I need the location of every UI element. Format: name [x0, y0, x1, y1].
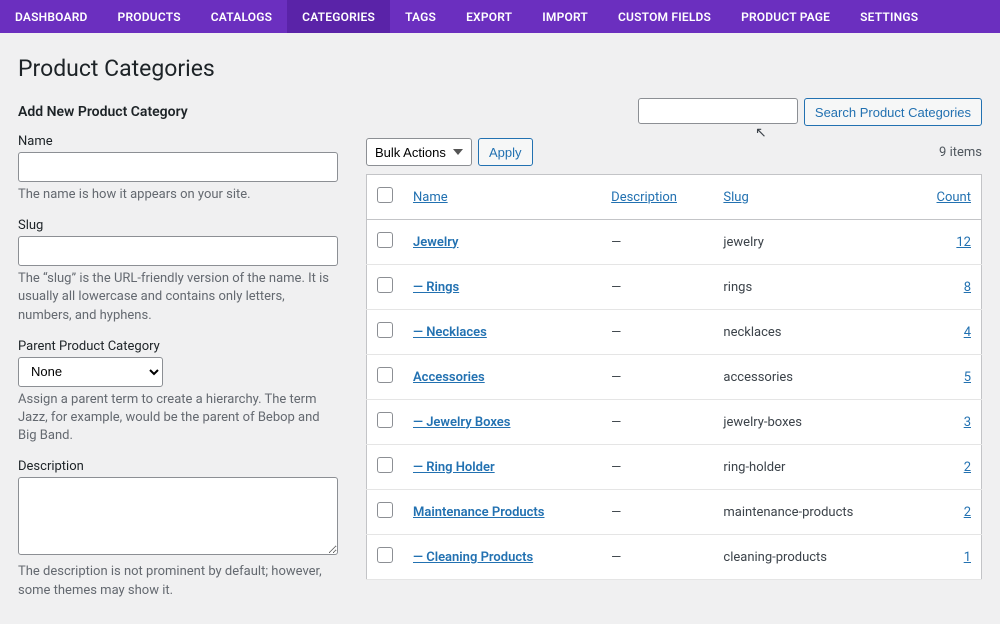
row-description: —	[601, 535, 713, 580]
nav-custom-fields[interactable]: CUSTOM FIELDS	[603, 0, 726, 33]
row-description: —	[601, 265, 713, 310]
apply-button[interactable]: Apply	[478, 138, 533, 166]
search-button[interactable]: Search Product Categories	[804, 98, 982, 126]
col-name[interactable]: Name	[413, 190, 448, 205]
row-name-link[interactable]: — Cleaning Products	[413, 550, 533, 565]
row-slug: ring-holder	[713, 445, 909, 490]
name-label: Name	[18, 134, 338, 149]
row-description: —	[601, 445, 713, 490]
row-count-link[interactable]: 12	[956, 235, 971, 250]
table-row: Jewelry —jewelry 12	[367, 220, 982, 265]
table-row: — Cleaning Products —cleaning-products 1	[367, 535, 982, 580]
row-checkbox[interactable]	[377, 367, 393, 383]
nav-tags[interactable]: TAGS	[390, 0, 451, 33]
categories-table: Name Description Slug Count Jewelry—jewe…	[366, 174, 982, 580]
name-help: The name is how it appears on your site.	[18, 186, 338, 204]
row-checkbox[interactable]	[377, 277, 393, 293]
nav-product-page[interactable]: PRODUCT PAGE	[726, 0, 845, 33]
row-description: —	[601, 310, 713, 355]
nav-import[interactable]: IMPORT	[527, 0, 603, 33]
row-slug: maintenance-products	[713, 490, 909, 535]
row-slug: accessories	[713, 355, 909, 400]
nav-categories[interactable]: CATEGORIES	[287, 0, 390, 33]
slug-input[interactable]	[18, 236, 338, 266]
row-count-link[interactable]: 2	[964, 460, 971, 475]
select-all-checkbox[interactable]	[377, 187, 393, 203]
row-count-link[interactable]: 5	[964, 370, 971, 385]
form-heading: Add New Product Category	[18, 104, 338, 120]
nav-dashboard[interactable]: DASHBOARD	[0, 0, 103, 33]
row-count-link[interactable]: 3	[964, 415, 971, 430]
name-input[interactable]	[18, 152, 338, 182]
row-slug: jewelry	[713, 220, 909, 265]
row-description: —	[601, 490, 713, 535]
row-name-link[interactable]: Maintenance Products	[413, 505, 544, 520]
row-slug: necklaces	[713, 310, 909, 355]
col-slug[interactable]: Slug	[723, 190, 748, 205]
row-checkbox[interactable]	[377, 322, 393, 338]
row-name-link[interactable]: — Jewelry Boxes	[413, 415, 510, 430]
row-name-link[interactable]: Accessories	[413, 370, 485, 385]
row-name-link[interactable]: — Rings	[413, 280, 459, 295]
col-count[interactable]: Count	[937, 190, 971, 205]
table-row: Maintenance Products —maintenance-product…	[367, 490, 982, 535]
row-slug: rings	[713, 265, 909, 310]
add-category-form: Add New Product Category Name The name i…	[18, 104, 338, 614]
parent-label: Parent Product Category	[18, 339, 338, 354]
row-description: —	[601, 355, 713, 400]
table-row: — Rings —rings 8	[367, 265, 982, 310]
slug-help: The “slug” is the URL-friendly version o…	[18, 270, 338, 325]
table-row: — Ring Holder —ring-holder 2	[367, 445, 982, 490]
row-slug: jewelry-boxes	[713, 400, 909, 445]
table-row: Accessories —accessories 5	[367, 355, 982, 400]
row-checkbox[interactable]	[377, 457, 393, 473]
items-count: 9 items	[939, 145, 982, 160]
row-name-link[interactable]: — Ring Holder	[413, 460, 495, 475]
row-slug: cleaning-products	[713, 535, 909, 580]
table-row: — Jewelry Boxes —jewelry-boxes 3	[367, 400, 982, 445]
row-count-link[interactable]: 8	[964, 280, 971, 295]
description-textarea[interactable]	[18, 477, 338, 555]
description-label: Description	[18, 459, 338, 474]
nav-products[interactable]: PRODUCTS	[103, 0, 196, 33]
nav-catalogs[interactable]: CATALOGS	[196, 0, 287, 33]
row-count-link[interactable]: 2	[964, 505, 971, 520]
top-nav: DASHBOARDPRODUCTSCATALOGSCATEGORIESTAGSE…	[0, 0, 1000, 33]
col-description[interactable]: Description	[611, 190, 677, 205]
row-count-link[interactable]: 1	[964, 550, 971, 565]
page-title: Product Categories	[18, 55, 982, 82]
row-checkbox[interactable]	[377, 232, 393, 248]
row-name-link[interactable]: Jewelry	[413, 235, 458, 250]
table-row: — Necklaces —necklaces 4	[367, 310, 982, 355]
row-name-link[interactable]: — Necklaces	[413, 325, 487, 340]
row-count-link[interactable]: 4	[964, 325, 971, 340]
slug-label: Slug	[18, 218, 338, 233]
nav-settings[interactable]: SETTINGS	[845, 0, 933, 33]
search-input[interactable]	[638, 98, 798, 124]
row-checkbox[interactable]	[377, 502, 393, 518]
nav-export[interactable]: EXPORT	[451, 0, 527, 33]
description-help: The description is not prominent by defa…	[18, 563, 338, 599]
parent-help: Assign a parent term to create a hierarc…	[18, 391, 338, 446]
row-checkbox[interactable]	[377, 412, 393, 428]
row-description: —	[601, 400, 713, 445]
bulk-actions-select[interactable]: Bulk Actions	[366, 138, 472, 166]
parent-select[interactable]: None	[18, 357, 163, 387]
row-description: —	[601, 220, 713, 265]
row-checkbox[interactable]	[377, 547, 393, 563]
